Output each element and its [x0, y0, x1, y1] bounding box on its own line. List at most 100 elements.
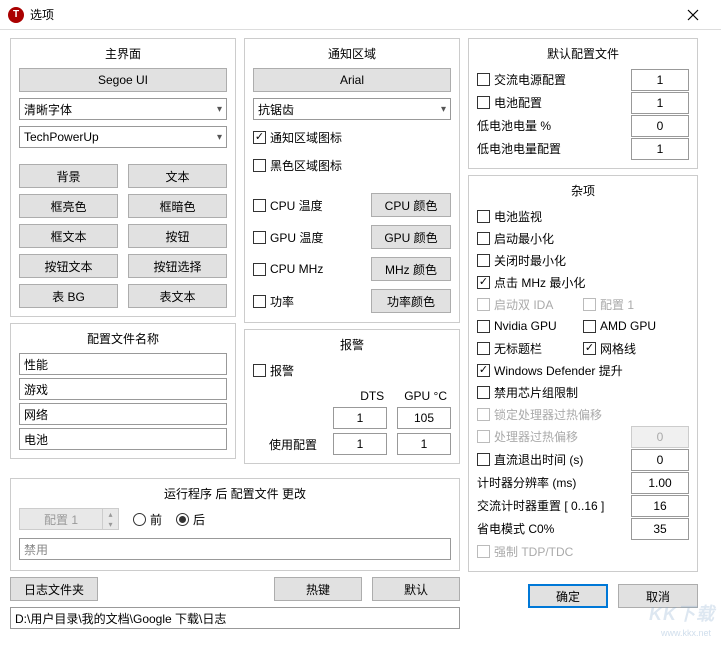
after-radio-row[interactable]: 后: [176, 508, 205, 530]
frame-light-button[interactable]: 框亮色: [19, 194, 118, 218]
profile4-input[interactable]: 电池: [19, 428, 227, 450]
gpu-temp-checkbox[interactable]: [253, 231, 266, 244]
notify-font-button[interactable]: Arial: [253, 68, 451, 92]
close-min-checkbox[interactable]: [477, 254, 490, 267]
dc-exit-row[interactable]: 直流退出时间 (s): [477, 449, 631, 471]
notitle-row[interactable]: 无标题栏: [477, 337, 583, 359]
gpu-color-button[interactable]: GPU 颜色: [371, 225, 451, 249]
low-batt-pct-input[interactable]: 0: [631, 115, 689, 137]
profile1-input[interactable]: 性能: [19, 353, 227, 375]
antialiasing-select[interactable]: 抗锯齿▾: [253, 98, 451, 120]
amd-row[interactable]: AMD GPU: [583, 315, 689, 337]
close-min-row[interactable]: 关闭时最小化: [477, 249, 689, 271]
ac-timer-input[interactable]: 16: [631, 495, 689, 517]
timer-res-input[interactable]: 1.00: [631, 472, 689, 494]
bg-color-button[interactable]: 背景: [19, 164, 118, 188]
click-mhz-label: 点击 MHz 最小化: [494, 274, 585, 291]
nvidia-label: Nvidia GPU: [494, 319, 557, 333]
profile-names-group: 配置文件名称 性能 游戏 网络 电池: [10, 323, 236, 459]
ac-profile-input[interactable]: 1: [631, 69, 689, 91]
low-batt-cfg-label: 低电池电量配置: [477, 140, 631, 157]
tray-icon-row[interactable]: 通知区域图标: [253, 126, 451, 148]
button-color-button[interactable]: 按钮: [128, 224, 227, 248]
nvidia-row[interactable]: Nvidia GPU: [477, 315, 583, 337]
black-icon-row[interactable]: 黑色区域图标: [253, 154, 451, 176]
gpu-temp-row[interactable]: GPU 温度: [253, 226, 365, 248]
profile3-input[interactable]: 网络: [19, 403, 227, 425]
batt-mon-checkbox[interactable]: [477, 210, 490, 223]
cpu-mhz-row[interactable]: CPU MHz: [253, 258, 365, 280]
cpu-color-button[interactable]: CPU 颜色: [371, 193, 451, 217]
run-change-group: 运行程序 后 配置文件 更改 配置 1 ▴▾ 前 后 禁用: [10, 478, 460, 571]
notitle-checkbox[interactable]: [477, 342, 490, 355]
dc-exit-input[interactable]: 0: [631, 449, 689, 471]
batt-mon-row[interactable]: 电池监视: [477, 205, 689, 227]
ok-button[interactable]: 确定: [528, 584, 608, 608]
alarm-profile-gpu-input[interactable]: 1: [397, 433, 451, 455]
defender-checkbox[interactable]: [477, 364, 490, 377]
grid-checkbox[interactable]: [583, 342, 596, 355]
cpu-mhz-checkbox[interactable]: [253, 263, 266, 276]
run-program-input[interactable]: 禁用: [19, 538, 451, 560]
profile2-input[interactable]: 游戏: [19, 378, 227, 400]
profile-combo-value: 配置 1: [20, 511, 102, 528]
hotkeys-button[interactable]: 热键: [274, 577, 362, 601]
black-icon-checkbox[interactable]: [253, 159, 266, 172]
defaults-button[interactable]: 默认: [372, 577, 460, 601]
main-font-button[interactable]: Segoe UI: [19, 68, 227, 92]
alarm-row[interactable]: 报警: [253, 359, 451, 381]
before-radio[interactable]: [133, 513, 146, 526]
nvidia-checkbox[interactable]: [477, 320, 490, 333]
notify-group: 通知区域 Arial 抗锯齿▾ 通知区域图标 黑色区域图标 CPU 温度CPU …: [244, 38, 460, 323]
power-color-button[interactable]: 功率颜色: [371, 289, 451, 313]
grid-row[interactable]: 网格线: [583, 337, 689, 359]
click-mhz-row[interactable]: 点击 MHz 最小化: [477, 271, 689, 293]
amd-checkbox[interactable]: [583, 320, 596, 333]
cpu-temp-checkbox[interactable]: [253, 199, 266, 212]
dc-exit-checkbox[interactable]: [477, 453, 490, 466]
frame-dark-button[interactable]: 框暗色: [128, 194, 227, 218]
tray-icon-checkbox[interactable]: [253, 131, 266, 144]
c0-save-label: 省电模式 C0%: [477, 520, 631, 537]
power-row[interactable]: 功率: [253, 290, 365, 312]
alarm-gpu-input[interactable]: 105: [397, 407, 451, 429]
chipset-row[interactable]: 禁用芯片组限制: [477, 381, 689, 403]
dual-ida-row: 启动双 IDA: [477, 293, 583, 315]
frame-text-button[interactable]: 框文本: [19, 224, 118, 248]
after-radio[interactable]: [176, 513, 189, 526]
log-path-input[interactable]: D:\用户目录\我的文档\Google 下载\日志: [10, 607, 460, 629]
profile-combo: 配置 1 ▴▾: [19, 508, 119, 530]
batt-profile-input[interactable]: 1: [631, 92, 689, 114]
default-profile-group: 默认配置文件 交流电源配置1 电池配置1 低电池电量 %0 低电池电量配置1: [468, 38, 698, 169]
chipset-checkbox[interactable]: [477, 386, 490, 399]
button-text-button[interactable]: 按钮文本: [19, 254, 118, 278]
alarm-profile-dts-input[interactable]: 1: [333, 433, 387, 455]
theme-select[interactable]: TechPowerUp▾: [19, 126, 227, 148]
log-folder-button[interactable]: 日志文件夹: [10, 577, 98, 601]
before-radio-row[interactable]: 前: [133, 508, 162, 530]
table-text-button[interactable]: 表文本: [128, 284, 227, 308]
low-batt-cfg-input[interactable]: 1: [631, 138, 689, 160]
table-bg-button[interactable]: 表 BG: [19, 284, 118, 308]
batt-profile-checkbox[interactable]: [477, 96, 490, 109]
cancel-button[interactable]: 取消: [618, 584, 698, 608]
batt-profile-row[interactable]: 电池配置: [477, 92, 631, 114]
close-button[interactable]: [673, 0, 713, 30]
chevron-down-icon: ▾: [217, 132, 222, 143]
alarm-dts-input[interactable]: 1: [333, 407, 387, 429]
c0-save-input[interactable]: 35: [631, 518, 689, 540]
start-min-checkbox[interactable]: [477, 232, 490, 245]
antialiasing-value: 抗锯齿: [258, 101, 294, 118]
button-sel-button[interactable]: 按钮选择: [128, 254, 227, 278]
cpu-temp-row[interactable]: CPU 温度: [253, 194, 365, 216]
alarm-checkbox[interactable]: [253, 364, 266, 377]
ac-profile-row[interactable]: 交流电源配置: [477, 69, 631, 91]
mhz-color-button[interactable]: MHz 颜色: [371, 257, 451, 281]
start-min-row[interactable]: 启动最小化: [477, 227, 689, 249]
defender-row[interactable]: Windows Defender 提升: [477, 359, 689, 381]
font-quality-select[interactable]: 清晰字体▾: [19, 98, 227, 120]
text-color-button[interactable]: 文本: [128, 164, 227, 188]
power-checkbox[interactable]: [253, 295, 266, 308]
click-mhz-checkbox[interactable]: [477, 276, 490, 289]
ac-profile-checkbox[interactable]: [477, 73, 490, 86]
